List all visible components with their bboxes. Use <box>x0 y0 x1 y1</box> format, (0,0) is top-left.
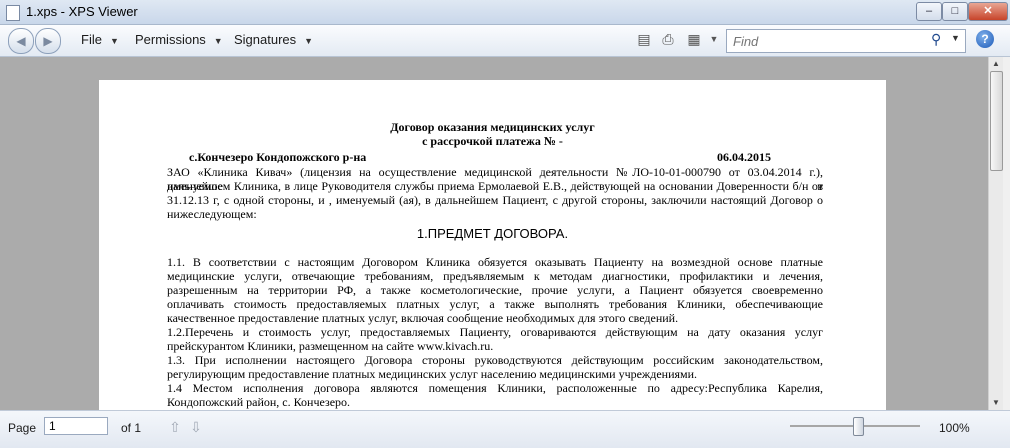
scrollbar-thumb[interactable] <box>990 71 1003 171</box>
status-bar: Page of 1 ⇧ ⇩ 100% <box>0 410 1010 448</box>
forward-button[interactable]: ▶ <box>35 28 61 54</box>
chevron-down-icon[interactable]: ▼ <box>706 31 722 47</box>
search-icon[interactable]: ⚲ <box>931 31 941 48</box>
zoom-view-icon[interactable]: ▦ <box>686 31 702 47</box>
intro-line: дальнейшем Клиника, в лице Руководителя … <box>167 179 823 193</box>
chevron-down-icon[interactable]: ▼ <box>951 33 960 43</box>
clause-line: 1.4 Местом исполнения договора являются … <box>167 381 823 395</box>
back-arrow-icon: ◀ <box>16 34 26 48</box>
search-input[interactable] <box>731 32 925 50</box>
doc-title-line1: Договор оказания медицинских услуг <box>390 120 595 134</box>
chevron-down-icon: ▼ <box>304 36 314 46</box>
clause-line: 1.2.Перечень и стоимость услуг, предоста… <box>167 325 823 339</box>
document-viewport[interactable]: Договор оказания медицинских услуг с рас… <box>0 57 988 410</box>
intro-line: нижеследующем: <box>167 207 257 221</box>
scroll-down-icon[interactable]: ▼ <box>989 396 1003 410</box>
print-icon[interactable]: ⎙ <box>660 31 676 47</box>
page-label: Page <box>8 421 37 435</box>
title-bar: 1.xps - XPS Viewer – □ ✕ <box>0 0 1010 25</box>
clause-line: медицинские услуги, отвечающие требовани… <box>167 269 823 283</box>
page-number-input[interactable] <box>44 417 108 435</box>
chevron-down-icon: ▼ <box>109 36 119 46</box>
xps-file-icon <box>6 5 20 21</box>
scroll-up-icon[interactable]: ▲ <box>989 57 1003 71</box>
next-page-icon[interactable]: ⇩ <box>189 419 203 435</box>
doc-date: 06.04.2015 <box>717 150 771 164</box>
intro-line: 31.12.13 г, с одной стороны, и , именуем… <box>167 193 823 207</box>
section-title: 1.ПРЕДМЕТ ДОГОВОРА. <box>416 226 569 241</box>
zoom-level: 100% <box>939 421 970 435</box>
clause-line: качественное предоставление платных услу… <box>167 311 679 325</box>
window-title: 1.xps - XPS Viewer <box>26 4 138 19</box>
doc-place: с.Кончезеро Кондопожского р-на <box>189 150 367 164</box>
clause-line: Кондопожский район, с. Кончезеро. <box>167 395 351 409</box>
help-button[interactable]: ? <box>976 30 994 48</box>
minimize-button[interactable]: – <box>916 2 942 21</box>
chevron-down-icon: ▼ <box>213 36 223 46</box>
clause-line: разрешенным на территории РФ, а также ко… <box>167 283 823 297</box>
vertical-scrollbar[interactable]: ▲ ▼ <box>988 57 1003 410</box>
clause-line: оплачивать стоимость предоставляемых пла… <box>167 297 823 311</box>
signatures-menu[interactable]: Signatures ▼ <box>234 32 313 47</box>
document-page: Договор оказания медицинских услуг с рас… <box>99 80 886 410</box>
file-menu[interactable]: File ▼ <box>81 32 119 47</box>
close-button[interactable]: ✕ <box>968 2 1008 21</box>
toolbar: ◀ ▶ File ▼ Permissions ▼ Signatures ▼ ▤ ⎙ ▦… <box>0 25 1010 57</box>
document-outline-icon[interactable]: ▤ <box>636 31 652 47</box>
doc-title-line2: с рассрочкой платежа № - <box>422 134 563 148</box>
previous-page-icon[interactable]: ⇧ <box>168 419 182 435</box>
zoom-slider-thumb[interactable] <box>853 417 864 436</box>
clause-line: 1.3. При исполнении настоящего Договора … <box>167 353 823 367</box>
page-count-label: of 1 <box>121 421 142 435</box>
back-button[interactable]: ◀ <box>8 28 34 54</box>
search-box: ⚲ ▼ <box>726 29 966 53</box>
clause-line: 1.1. В соответствии с настоящим Договоро… <box>167 255 823 269</box>
forward-arrow-icon: ▶ <box>43 34 53 48</box>
clause-line: регулирующим предоставление платных меди… <box>167 367 698 381</box>
clause-line: прейскурантом Клиники, размещенном на са… <box>167 339 494 353</box>
permissions-menu[interactable]: Permissions ▼ <box>135 32 223 47</box>
maximize-button[interactable]: □ <box>942 2 968 21</box>
